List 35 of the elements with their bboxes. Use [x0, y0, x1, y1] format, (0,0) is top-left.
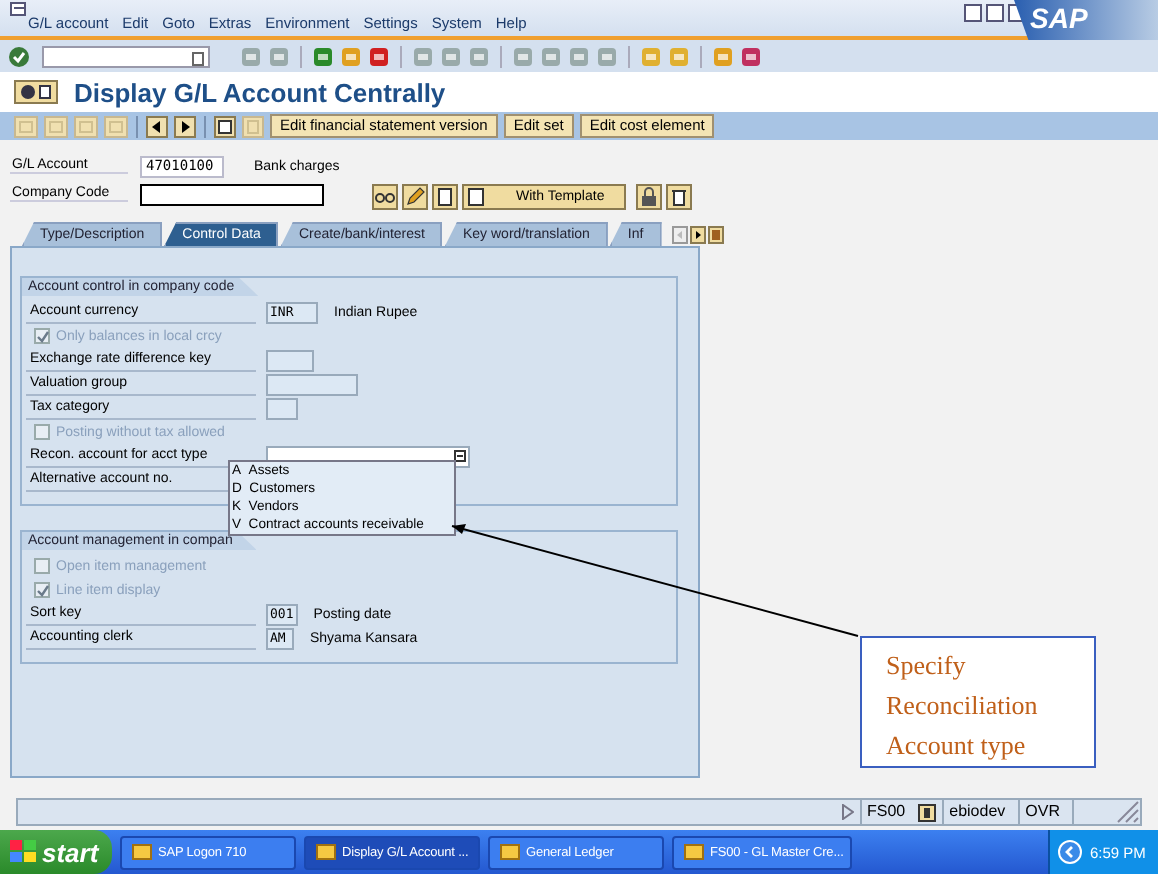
scroll-right-icon[interactable] [689, 225, 706, 243]
folder-icon [684, 842, 704, 862]
maximize-button[interactable] [986, 4, 1004, 22]
folder-icon [500, 842, 520, 862]
start-button[interactable]: start [0, 830, 112, 874]
minimize-button[interactable] [964, 4, 982, 22]
page-icon [468, 187, 484, 205]
input-field[interactable] [266, 349, 314, 371]
system-name: ebiodev [941, 800, 1012, 824]
insert-mode[interactable]: OVR [1017, 800, 1066, 824]
glasses-icon[interactable] [372, 183, 398, 209]
transaction-code: FS00 [859, 800, 912, 824]
window-menu-icon[interactable] [10, 2, 28, 18]
input-field[interactable] [266, 373, 358, 395]
enter-icon[interactable] [8, 45, 30, 67]
folder-icon [316, 842, 336, 862]
window-title: Display G/L Account Centrally [74, 77, 446, 107]
value-help-icon[interactable] [454, 450, 466, 462]
previous-icon[interactable] [146, 115, 168, 137]
page-icon[interactable] [432, 183, 458, 209]
tab-list-icon[interactable] [707, 225, 724, 243]
command-field[interactable] [42, 45, 210, 67]
lock-icon[interactable] [636, 183, 662, 209]
trash-icon[interactable] [666, 183, 692, 209]
sap-logo: SAP [1014, 0, 1158, 40]
input-field[interactable] [266, 397, 298, 419]
pencil-icon[interactable] [402, 183, 428, 209]
resize-grip-icon[interactable] [1116, 800, 1140, 824]
folder-icon [132, 842, 152, 862]
next-icon[interactable] [174, 115, 196, 137]
play-icon[interactable] [841, 804, 853, 820]
windows-flag-icon [10, 840, 36, 864]
expand-tray-icon[interactable] [1058, 840, 1082, 864]
callout-note: Specify Reconciliation Account type [860, 636, 1096, 768]
company-code-field[interactable] [140, 183, 324, 205]
